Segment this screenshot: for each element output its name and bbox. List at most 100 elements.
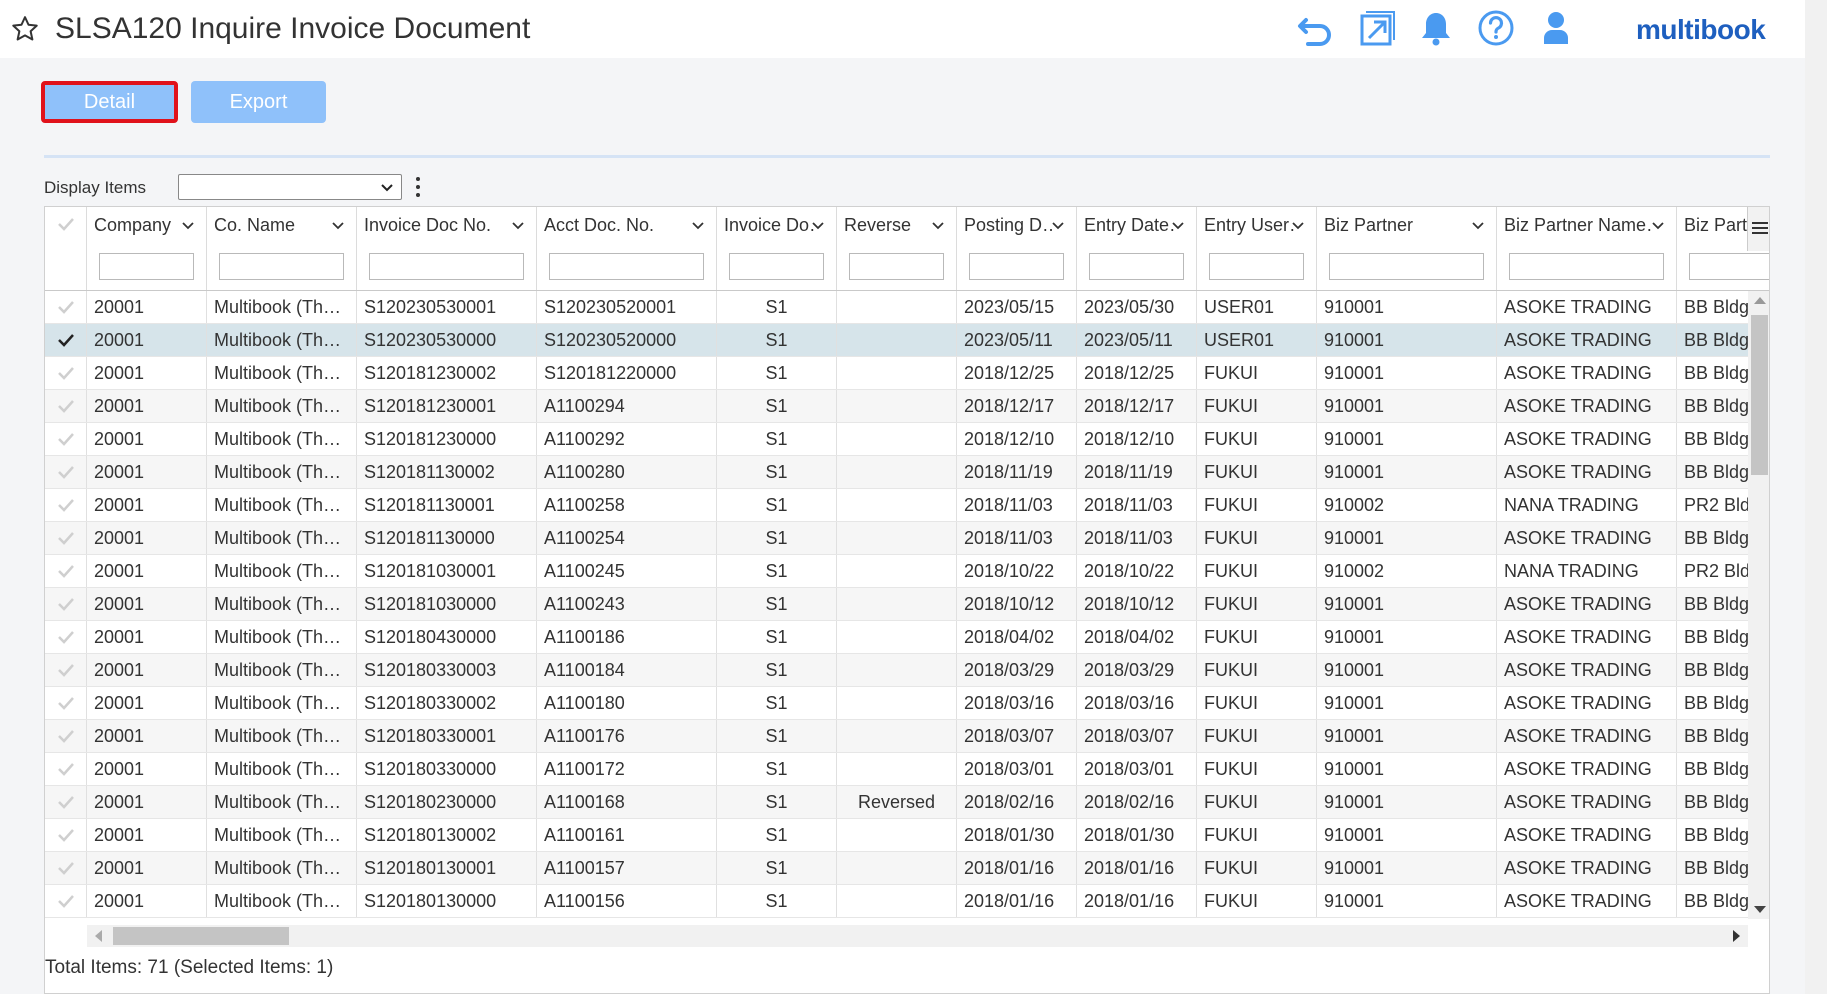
table-row[interactable]: 20001 Multibook (Th… S120180330002 A1100180… — [45, 687, 1748, 720]
table-row[interactable]: 20001 Multibook (Th… S120180330000 A1100172… — [45, 753, 1748, 786]
cell-acct-doc-no: A1100161 — [537, 819, 717, 851]
cell-entry-date: 2023/05/11 — [1077, 324, 1197, 356]
more-options-icon[interactable] — [413, 175, 423, 201]
bell-icon[interactable] — [1416, 8, 1456, 48]
cell-entry-user: FUKUI — [1197, 555, 1317, 587]
filter-input-acct-doc-no[interactable] — [549, 253, 704, 280]
row-checkbox[interactable] — [45, 390, 87, 422]
filter-input-company[interactable] — [99, 253, 194, 280]
chevron-down-icon[interactable] — [1471, 221, 1485, 231]
row-checkbox[interactable] — [45, 885, 87, 917]
page-scrollbar[interactable] — [1805, 0, 1827, 994]
table-row[interactable]: 20001 Multibook (Th… S120180330001 A1100176… — [45, 720, 1748, 753]
col-header-invoice-doc-no[interactable]: Invoice Doc No. — [357, 207, 537, 290]
table-row[interactable]: 20001 Multibook (Th… S120181230001 A1100294… — [45, 390, 1748, 423]
export-window-icon[interactable] — [1356, 8, 1396, 48]
col-header-biz-partner-name[interactable]: Biz Partner Name… — [1497, 207, 1677, 290]
scroll-left-icon[interactable] — [95, 930, 102, 942]
filter-input-invoice-doc-type[interactable] — [729, 253, 824, 280]
chevron-down-icon[interactable] — [1051, 221, 1065, 231]
star-icon[interactable] — [10, 14, 40, 44]
table-row[interactable]: 20001 Multibook (Th… S120181030001 A1100245… — [45, 555, 1748, 588]
display-items-select[interactable] — [178, 174, 402, 200]
chevron-down-icon[interactable] — [511, 221, 525, 231]
row-checkbox[interactable] — [45, 489, 87, 521]
table-row[interactable]: 20001 Multibook (Th… S120180130002 A1100161… — [45, 819, 1748, 852]
row-checkbox[interactable] — [45, 786, 87, 818]
col-header-posting-date[interactable]: Posting D… — [957, 207, 1077, 290]
filter-input-invoice-doc-no[interactable] — [369, 253, 524, 280]
filter-input-biz-partner-name[interactable] — [1509, 253, 1664, 280]
row-checkbox[interactable] — [45, 852, 87, 884]
table-row[interactable]: 20001 Multibook (Th… S120181230002 S1201812… — [45, 357, 1748, 390]
row-checkbox[interactable] — [45, 291, 87, 323]
scroll-thumb[interactable] — [113, 927, 289, 945]
row-checkbox[interactable] — [45, 720, 87, 752]
scroll-right-icon[interactable] — [1733, 930, 1740, 942]
table-row[interactable]: 20001 Multibook (Th… S120230530001 S1202305… — [45, 291, 1748, 324]
filter-input-reverse[interactable] — [849, 253, 944, 280]
export-button[interactable]: Export — [191, 81, 326, 123]
table-row[interactable]: 20001 Multibook (Th… S120181230000 A1100292… — [45, 423, 1748, 456]
chevron-down-icon[interactable] — [1171, 221, 1185, 231]
chevron-down-icon[interactable] — [1651, 221, 1665, 231]
grid-body: 20001 Multibook (Th… S120230530001 S1202305… — [45, 291, 1748, 919]
filter-input-co-name[interactable] — [219, 253, 344, 280]
table-row[interactable]: 20001 Multibook (Th… S120181130001 A1100258… — [45, 489, 1748, 522]
detail-button[interactable]: Detail — [41, 81, 178, 123]
row-checkbox[interactable] — [45, 621, 87, 653]
filter-input-posting-date[interactable] — [969, 253, 1064, 280]
row-checkbox[interactable] — [45, 423, 87, 455]
table-row[interactable]: 20001 Multibook (Th… S120181130000 A1100254… — [45, 522, 1748, 555]
chevron-down-icon[interactable] — [1291, 221, 1305, 231]
table-row[interactable]: 20001 Multibook (Th… S120180230000 A1100168… — [45, 786, 1748, 819]
column-menu-icon[interactable] — [1747, 207, 1769, 251]
help-icon[interactable] — [1476, 8, 1516, 48]
table-row[interactable]: 20001 Multibook (Th… S120181030000 A1100243… — [45, 588, 1748, 621]
table-row[interactable]: 20001 Multibook (Th… S120181130002 A1100280… — [45, 456, 1748, 489]
table-row[interactable]: 20001 Multibook (Th… S120180130001 A1100157… — [45, 852, 1748, 885]
chevron-down-icon[interactable] — [331, 221, 345, 231]
vertical-scrollbar[interactable] — [1748, 291, 1769, 919]
row-checkbox[interactable] — [45, 357, 87, 389]
row-checkbox[interactable] — [45, 588, 87, 620]
chevron-down-icon[interactable] — [181, 221, 195, 231]
chevron-down-icon[interactable] — [811, 221, 825, 231]
row-checkbox[interactable] — [45, 753, 87, 785]
filter-input-biz-partner-address[interactable] — [1689, 253, 1769, 280]
cell-entry-date: 2018/11/03 — [1077, 489, 1197, 521]
col-header-co-name[interactable]: Co. Name — [207, 207, 357, 290]
row-checkbox[interactable] — [45, 324, 87, 356]
col-header-entry-date[interactable]: Entry Date… — [1077, 207, 1197, 290]
undo-icon[interactable] — [1296, 8, 1336, 48]
col-header-reverse[interactable]: Reverse — [837, 207, 957, 290]
table-row[interactable]: 20001 Multibook (Th… S120180430000 A1100186… — [45, 621, 1748, 654]
col-header-biz-partner[interactable]: Biz Partner — [1317, 207, 1497, 290]
col-header-acct-doc-no[interactable]: Acct Doc. No. — [537, 207, 717, 290]
chevron-down-icon[interactable] — [931, 221, 945, 231]
col-header-entry-user[interactable]: Entry User… — [1197, 207, 1317, 290]
select-all-header[interactable] — [45, 207, 87, 290]
table-row[interactable]: 20001 Multibook (Th… S120180330003 A1100184… — [45, 654, 1748, 687]
table-row[interactable]: 20001 Multibook (Th… S120180130000 A1100156… — [45, 885, 1748, 918]
row-checkbox[interactable] — [45, 654, 87, 686]
row-checkbox[interactable] — [45, 555, 87, 587]
row-checkbox[interactable] — [45, 456, 87, 488]
col-header-invoice-doc-type[interactable]: Invoice Do… — [717, 207, 837, 290]
horizontal-scrollbar[interactable] — [87, 925, 1748, 947]
user-icon[interactable] — [1536, 8, 1576, 48]
cell-invoice-doc-no: S120180330000 — [357, 753, 537, 785]
filter-input-biz-partner[interactable] — [1329, 253, 1484, 280]
filter-input-entry-date[interactable] — [1089, 253, 1184, 280]
scroll-down-icon[interactable] — [1754, 906, 1766, 913]
table-row[interactable]: 20001 Multibook (Th… S120230530000 S1202305… — [45, 324, 1748, 357]
cell-invoice-doc-no: S120181130000 — [357, 522, 537, 554]
scroll-up-icon[interactable] — [1754, 297, 1766, 304]
scroll-thumb[interactable] — [1751, 315, 1768, 475]
filter-input-entry-user[interactable] — [1209, 253, 1304, 280]
row-checkbox[interactable] — [45, 687, 87, 719]
col-header-company[interactable]: Company — [87, 207, 207, 290]
chevron-down-icon[interactable] — [691, 221, 705, 231]
row-checkbox[interactable] — [45, 819, 87, 851]
row-checkbox[interactable] — [45, 522, 87, 554]
